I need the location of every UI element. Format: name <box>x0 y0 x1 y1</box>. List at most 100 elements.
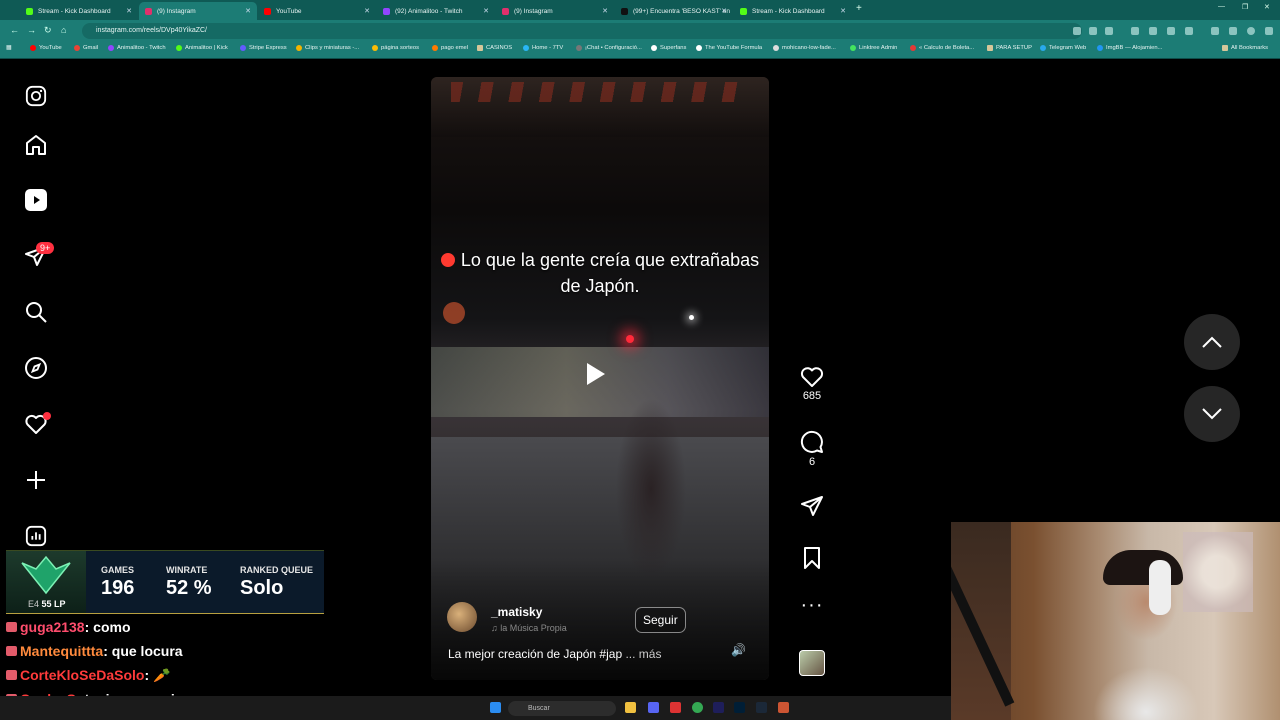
notifications-badge: 9+ <box>36 242 55 254</box>
youtube-favicon-icon <box>264 7 271 15</box>
bookmark-item[interactable]: página sorteos <box>372 45 419 51</box>
like-action[interactable]: 685 <box>800 366 824 402</box>
bookmark-item[interactable]: ImgBB — Alojamien... <box>1097 45 1162 51</box>
bookmark-item[interactable]: Home - 7TV <box>523 45 563 51</box>
new-tab-icon[interactable]: + <box>856 3 862 14</box>
comment-action[interactable]: 6 <box>800 430 824 468</box>
play-icon[interactable] <box>587 363 605 385</box>
forward-icon[interactable]: → <box>27 25 36 35</box>
bookmark-folder[interactable]: All Bookmarks <box>1222 45 1268 51</box>
file-explorer-icon[interactable] <box>625 702 636 713</box>
close-tab-icon[interactable]: ✕ <box>245 7 251 15</box>
close-tab-icon[interactable]: ✕ <box>483 7 489 15</box>
windows-start-icon[interactable] <box>490 702 501 713</box>
explore-compass-icon[interactable] <box>24 356 48 380</box>
download-icon[interactable] <box>1211 27 1219 35</box>
back-icon[interactable]: ← <box>10 25 19 35</box>
insights-chart-icon[interactable] <box>24 524 48 548</box>
bookmark-folder[interactable]: PARA SETUP <box>987 45 1032 51</box>
bookmark-item[interactable]: Gmail <box>74 45 98 51</box>
close-window-icon[interactable]: ✕ <box>1264 3 1270 11</box>
author-avatar[interactable] <box>447 602 477 632</box>
bookmark-item[interactable]: The YouTube Formula <box>696 45 762 51</box>
app-icon[interactable] <box>778 702 789 713</box>
bookmark-item[interactable]: Clips y miniaturas -... <box>296 45 359 51</box>
close-tab-icon[interactable]: ✕ <box>840 7 846 15</box>
discord-icon[interactable] <box>648 702 659 713</box>
previous-reel-button[interactable] <box>1184 314 1240 370</box>
instagram-logo-icon[interactable] <box>24 84 48 108</box>
follow-button[interactable]: Seguir <box>635 607 686 633</box>
audio-label[interactable]: ♫ la Música Propia <box>491 623 567 633</box>
browser-tab[interactable]: (9) Instagram ✕ <box>496 2 614 20</box>
reload-icon[interactable]: ↻ <box>44 25 52 36</box>
browser-tab[interactable]: Stream - Kick Dashboard ✕ <box>734 2 852 20</box>
bookmark-item[interactable]: Linktree Admin <box>850 45 897 51</box>
extension-icon[interactable] <box>1167 27 1175 35</box>
extensions-puzzle-icon[interactable] <box>1185 27 1193 35</box>
bookmark-item[interactable]: Animalitoo - Twitch <box>108 45 166 51</box>
search-icon[interactable] <box>24 300 48 324</box>
browser-tab[interactable]: YouTube ✕ <box>258 2 376 20</box>
bookmark-item[interactable]: Stripe Express <box>240 45 287 51</box>
browser-tab[interactable]: Stream - Kick Dashboard ✕ <box>20 2 138 20</box>
save-action[interactable] <box>800 546 824 570</box>
create-plus-icon[interactable] <box>24 468 48 492</box>
audio-cover-thumbnail[interactable] <box>799 650 825 676</box>
share-action[interactable] <box>800 494 824 518</box>
bookmark-icon[interactable] <box>801 546 823 570</box>
bookmark-item[interactable]: « Calculo de Boleta... <box>910 45 974 51</box>
search-page-icon[interactable] <box>1073 27 1081 35</box>
comment-icon[interactable] <box>800 430 824 454</box>
url-input[interactable]: instagram.com/reels/DVp40YikaZC/ <box>82 23 1082 39</box>
more-link[interactable]: ... más <box>625 647 661 661</box>
volume-icon[interactable]: 🔊 <box>731 643 746 657</box>
reels-icon[interactable] <box>24 188 48 212</box>
home-icon[interactable]: ⌂ <box>61 25 66 35</box>
more-options-icon[interactable]: ··· <box>800 595 824 615</box>
minimize-icon[interactable]: — <box>1218 3 1225 10</box>
home-icon[interactable] <box>24 133 48 157</box>
close-tab-icon[interactable]: ✕ <box>602 7 608 15</box>
browser-tab[interactable]: (92) Animalitoo - Twitch ✕ <box>377 2 495 20</box>
reel-description[interactable]: La mejor creación de Japón #jap ... más <box>448 647 661 661</box>
premiere-icon[interactable] <box>713 702 724 713</box>
profile-avatar-icon[interactable] <box>1247 27 1255 35</box>
bookmark-item[interactable]: ¡Chat • Configuració... <box>576 45 642 51</box>
author-username[interactable]: _matisky <box>491 605 542 619</box>
close-tab-icon[interactable]: ✕ <box>364 7 370 15</box>
photoshop-icon[interactable] <box>734 702 745 713</box>
sidebar-icon[interactable] <box>1229 27 1237 35</box>
bookmark-item[interactable]: Telegram Web <box>1040 45 1086 51</box>
extension-icon[interactable] <box>1149 27 1157 35</box>
bookmark-item[interactable]: mohicano-low-fade... <box>773 45 836 51</box>
close-tab-icon[interactable]: ✕ <box>721 7 727 15</box>
share-paper-plane-icon[interactable] <box>800 494 824 518</box>
browser-tab[interactable]: (99+) Encuentra 'BESO KAST' en ✕ <box>615 2 733 20</box>
next-reel-button[interactable] <box>1184 386 1240 442</box>
bookmark-item[interactable]: pago emel <box>432 45 468 51</box>
extension-icon[interactable] <box>1131 27 1139 35</box>
apps-grid-icon[interactable]: ▦ <box>6 45 11 51</box>
taskbar-search[interactable]: Buscar <box>508 701 616 716</box>
webcam-overlay <box>951 522 1280 720</box>
close-tab-icon[interactable]: ✕ <box>126 7 132 15</box>
menu-kebab-icon[interactable] <box>1265 27 1273 35</box>
star-icon[interactable] <box>1105 27 1113 35</box>
chrome-icon[interactable] <box>692 702 703 713</box>
heart-icon[interactable] <box>800 366 824 388</box>
bookmark-item[interactable]: YouTube <box>30 45 62 51</box>
steam-icon[interactable] <box>756 702 767 713</box>
bookmark-item[interactable]: Animalitoo | Kick <box>176 45 228 51</box>
cast-icon[interactable] <box>1089 27 1097 35</box>
webcam-scene <box>1103 550 1183 585</box>
maximize-icon[interactable]: ❐ <box>1242 3 1248 11</box>
chat-message: guga2138: como <box>6 619 131 635</box>
app-icon[interactable] <box>670 702 681 713</box>
reel-video[interactable]: Lo que la gente creía que extrañabas de … <box>431 77 769 680</box>
instagram-favicon-icon <box>145 7 152 15</box>
browser-tab-active[interactable]: (9) Instagram ✕ <box>139 2 257 20</box>
bookmark-folder[interactable]: CASINOS <box>477 45 512 51</box>
tab-title: (9) Instagram <box>514 7 553 15</box>
bookmark-item[interactable]: Superfans <box>651 45 686 51</box>
